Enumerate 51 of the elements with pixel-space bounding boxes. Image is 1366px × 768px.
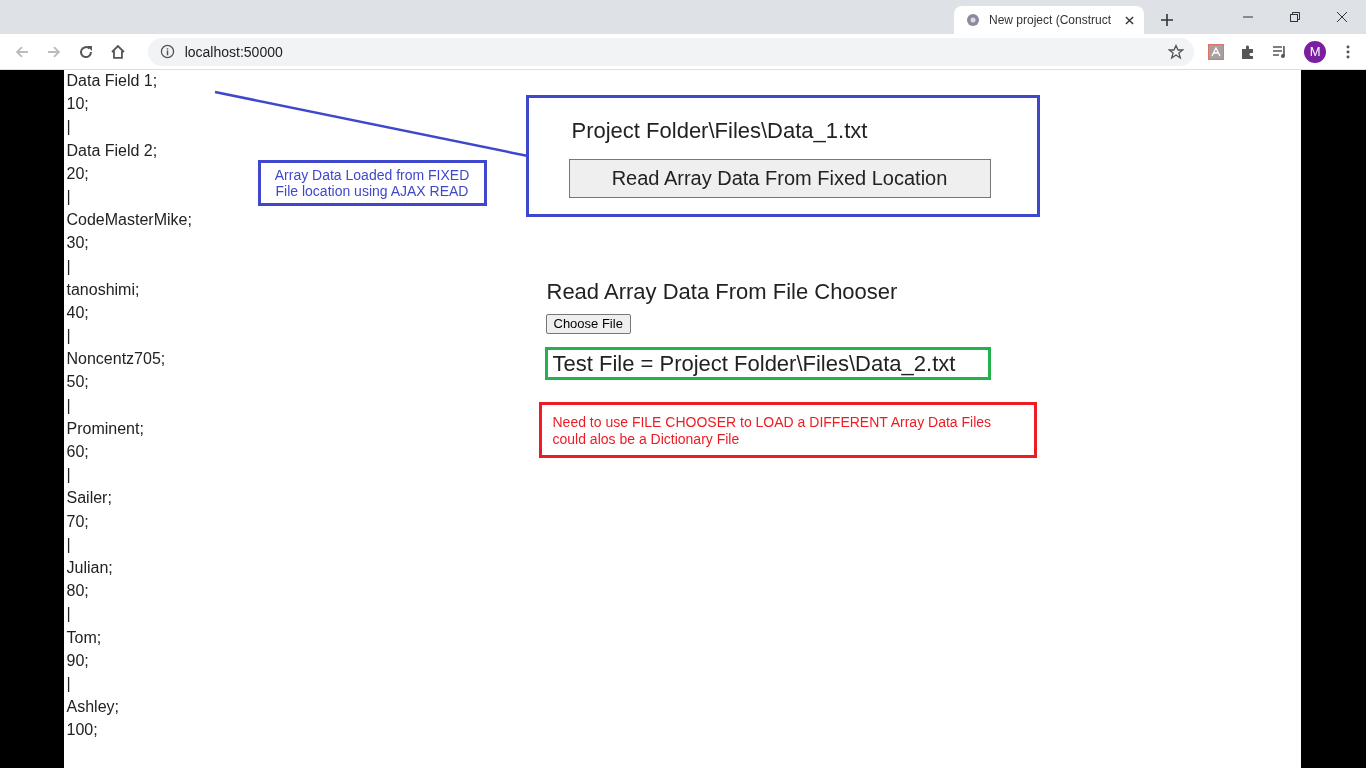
data-line: CodeMasterMike; [66, 210, 192, 231]
data-line: | [66, 673, 71, 694]
star-icon[interactable] [1168, 43, 1185, 60]
data-line: 50; [66, 372, 89, 393]
profile-avatar[interactable]: M [1304, 40, 1327, 63]
close-icon[interactable] [1337, 12, 1347, 22]
test-file-box: Test File = Project Folder\Files\Data_2.txt [544, 347, 991, 380]
info-icon [159, 44, 175, 59]
new-tab-icon[interactable] [1161, 14, 1173, 26]
data-line: 60; [66, 442, 89, 462]
menu-icon[interactable] [1346, 43, 1351, 60]
data-line: 70; [66, 511, 89, 532]
data-line: | [66, 604, 71, 625]
data-line: | [66, 117, 71, 138]
data-line: 30; [66, 233, 89, 254]
data-line: Data Field 2; [66, 140, 158, 161]
data-line: Tom; [66, 627, 102, 648]
data-line: 20; [66, 163, 89, 184]
annotation-box: Need to use FILE CHOOSER to LOAD a DIFFERENT Array Data Files could alos be a Dictionary File [538, 402, 1037, 458]
data-line: tanoshimi; [66, 279, 140, 300]
data-line: Data Field 1; [66, 71, 158, 91]
url-text: localhost:50000 [184, 43, 284, 60]
address-bar[interactable]: localhost:50000 [147, 37, 1195, 66]
restore-icon[interactable] [1290, 12, 1300, 22]
pdf-icon[interactable] [1208, 43, 1225, 60]
data-line: 80; [66, 581, 89, 602]
data-line: | [66, 186, 71, 207]
chooser-heading: Read Array Data From File Chooser [546, 279, 898, 305]
data-line: Julian; [66, 557, 113, 578]
home-icon[interactable] [109, 43, 126, 60]
data-line: Noncentz705; [66, 349, 166, 370]
data-line: 40; [66, 302, 89, 323]
browser-tab[interactable]: New project (Construct [954, 6, 1144, 34]
data-line: 10; [66, 94, 89, 115]
data-line: 90; [66, 650, 89, 671]
data-line: Sailer; [66, 488, 112, 509]
choose-file-button[interactable]: Choose File [545, 314, 631, 334]
close-icon[interactable] [1125, 15, 1134, 25]
data-line: Prominent; [66, 418, 144, 439]
read-fixed-button[interactable]: Read Array Data From Fixed Location [568, 159, 991, 198]
data-line: | [66, 534, 71, 555]
tab-title: New project (Construct [989, 13, 1113, 27]
data-line: | [66, 465, 71, 486]
data-line: 100; [66, 720, 98, 741]
data-line: | [66, 326, 71, 347]
reload-icon[interactable] [77, 43, 94, 60]
data-line: | [66, 395, 71, 416]
file-path-label: Project Folder\Files\Data_1.txt [571, 118, 869, 144]
data-line: | [66, 256, 71, 277]
annotation-box: Array Data Loaded from FIXED File location using AJAX READ [257, 160, 487, 206]
data-line: Ashley; [66, 697, 119, 718]
